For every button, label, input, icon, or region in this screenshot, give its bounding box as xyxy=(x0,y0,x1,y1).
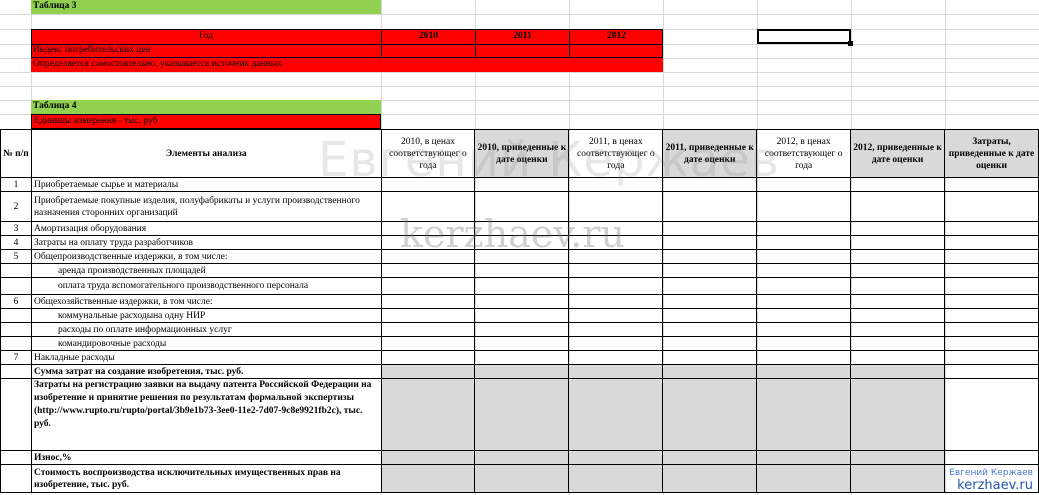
row-num xyxy=(0,322,32,337)
table-row: 7 Накладные расходы xyxy=(0,350,1039,365)
col-total: Затраты, приведенные к дате оценки xyxy=(944,129,1039,178)
row-label: расходы по оплате информационных услуг xyxy=(30,322,382,337)
row-num: 2 xyxy=(0,191,32,222)
watermark-badge-site: kerzhaev.ru xyxy=(957,478,1033,493)
row-label: Затраты на оплату труда разработчиков xyxy=(30,235,382,250)
row-label: Накладные расходы xyxy=(30,350,382,365)
watermark-name: Евгений Кержаев xyxy=(318,132,780,188)
summary-row-patent: Затраты на регистрацию заявки на выдачу … xyxy=(0,378,1039,451)
watermark-badge-name: Евгений Кержаев xyxy=(949,468,1033,478)
row-label: Общехозяйственные издержки, в том числе: xyxy=(30,294,382,309)
table3-header-2010: 2010 xyxy=(381,30,475,44)
table3-header-2012: 2012 xyxy=(569,30,663,44)
selected-cell[interactable] xyxy=(757,29,853,46)
table-row: оплата труда вспомогательного производст… xyxy=(0,277,1039,295)
table4-units: Единицы измерения - тыс. руб xyxy=(31,114,381,129)
sum-label: Сумма затрат на создание изобретения, ты… xyxy=(30,364,382,379)
wear-label: Износ,% xyxy=(30,450,382,465)
watermark-badge: Евгений Кержаев kerzhaev.ru xyxy=(949,468,1033,493)
row-num: 4 xyxy=(0,235,32,250)
table3-note: Определяется самостоятельно, указывается… xyxy=(31,58,663,72)
row-label: оплата труда вспомогательного производст… xyxy=(30,277,382,295)
summary-row-wear: Износ,% xyxy=(0,450,1039,465)
table-row: аренда производственных площадей xyxy=(0,263,1039,278)
table-row: командировочные расходы xyxy=(0,336,1039,351)
row-num xyxy=(0,263,32,278)
table-row: расходы по оплате информационных услуг xyxy=(0,322,1039,337)
row-num: 7 xyxy=(0,350,32,365)
row-num: 6 xyxy=(0,294,32,309)
table3-header-2011: 2011 xyxy=(475,30,569,44)
cost-label: Стоимость воспроизводства исключительных… xyxy=(30,464,382,493)
row-num xyxy=(0,277,32,295)
row-label: Общепроизводственные издержки, в том чис… xyxy=(30,249,382,264)
row-label: Амортизация оборудования xyxy=(30,221,382,236)
watermark-site: kerzhaev.ru xyxy=(400,212,625,256)
col-2012-adjusted: 2012, приведенные к дате оценки xyxy=(850,129,946,178)
row-num xyxy=(0,336,32,351)
table4-caption: Таблица 4 xyxy=(31,100,381,114)
row-label: Приобретаемые покупные изделия, полуфабр… xyxy=(30,191,382,222)
row-num xyxy=(0,308,32,323)
row-num: 3 xyxy=(0,221,32,236)
row-label: аренда производственных площадей xyxy=(30,263,382,278)
summary-row-cost: Стоимость воспроизводства исключительных… xyxy=(0,464,1039,493)
table3-header-year: Год xyxy=(199,31,213,41)
table3-caption: Таблица 3 xyxy=(31,0,381,14)
col-num: № п/п xyxy=(0,129,32,178)
row-num: 1 xyxy=(0,177,32,192)
row-label: коммунальные расходына одну НИР xyxy=(30,308,382,323)
summary-row-sum: Сумма затрат на создание изобретения, ты… xyxy=(0,364,1039,379)
table3-sep xyxy=(381,44,382,58)
table3-sep xyxy=(475,44,476,58)
row-num: 5 xyxy=(0,249,32,264)
table3-sep xyxy=(569,44,570,58)
table3-cpi-label: Индекс потребительских цен xyxy=(33,45,151,55)
row-label: командировочные расходы xyxy=(30,336,382,351)
table-row: коммунальные расходына одну НИР xyxy=(0,308,1039,323)
patent-label: Затраты на регистрацию заявки на выдачу … xyxy=(30,378,382,451)
table-row: 6 Общехозяйственные издержки, в том числ… xyxy=(0,294,1039,309)
